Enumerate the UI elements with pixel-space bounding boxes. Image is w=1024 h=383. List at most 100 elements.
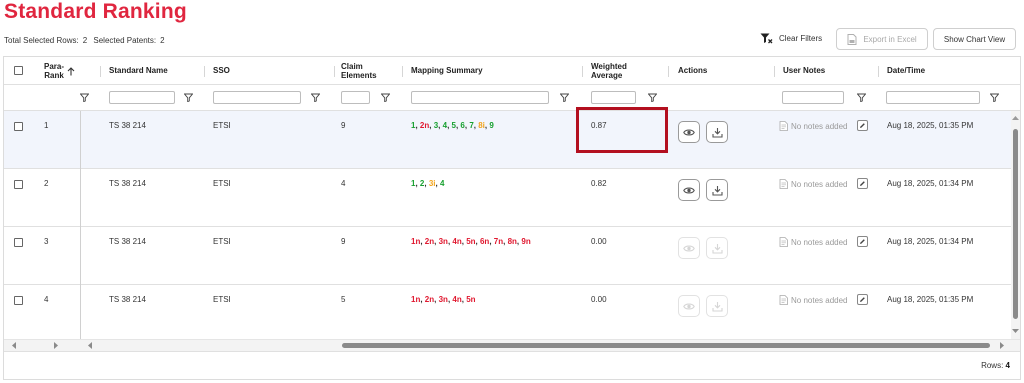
- pinned-scroll-left-icon[interactable]: [10, 341, 18, 350]
- mapping-element: 9n: [521, 237, 531, 246]
- col-header-actions[interactable]: Actions: [678, 57, 707, 85]
- download-icon: [711, 301, 723, 312]
- vertical-scroll-thumb[interactable]: [1013, 129, 1018, 319]
- mapping-element: 3n: [438, 237, 448, 246]
- view-button[interactable]: [678, 121, 700, 143]
- scroll-down-arrow-icon[interactable]: [1011, 327, 1020, 335]
- sso-cell: ETSI: [213, 121, 231, 130]
- pencil-icon: [859, 238, 866, 245]
- col-header-date-time[interactable]: Date/Time: [887, 57, 925, 85]
- col-header-mapping-summary[interactable]: Mapping Summary: [411, 57, 483, 85]
- clear-filters-button[interactable]: Clear Filters: [760, 33, 822, 44]
- mapping-summary-cell: 1, 2n, 3, 4, 5, 6, 7, 8i, 9: [411, 121, 494, 130]
- user-notes-filter-input[interactable]: [782, 91, 844, 104]
- sort-ascending-icon: [67, 66, 75, 75]
- sso-filter-icon[interactable]: [311, 93, 320, 102]
- show-chart-view-label: Show Chart View: [943, 34, 1006, 44]
- selected-rows-value: 2: [82, 36, 88, 45]
- selection-info: Total Selected Rows: 2 Selected Patents: 2: [4, 36, 169, 45]
- weighted-average-filter-input[interactable]: [591, 91, 636, 104]
- rows-count-value: 4: [1005, 361, 1010, 370]
- table-row[interactable]: 3 TS 38 214 ETSI 9 1n, 2n, 3n, 4n, 5n, 6n, 7…: [4, 227, 1011, 285]
- date-time-filter-input[interactable]: [886, 91, 980, 104]
- col-header-claim-elements[interactable]: Claim Elements: [341, 57, 377, 85]
- date-time-filter-icon[interactable]: [990, 93, 999, 102]
- mapping-summary-filter-icon[interactable]: [560, 93, 569, 102]
- claim-elements-cell: 4: [341, 179, 346, 188]
- user-notes-cell: No notes added: [779, 295, 848, 305]
- mapping-element: 9: [489, 121, 494, 130]
- filter-row: [4, 85, 1020, 111]
- edit-note-button[interactable]: [857, 294, 868, 305]
- scroll-left-arrow-icon[interactable]: [86, 341, 94, 350]
- mapping-element: 5n: [466, 237, 476, 246]
- row-select-checkbox[interactable]: [14, 122, 23, 131]
- horizontal-scrollbar[interactable]: [4, 339, 1020, 351]
- sso-cell: ETSI: [213, 295, 231, 304]
- rows-count: Rows: 4: [981, 361, 1010, 370]
- clear-filter-icon: [760, 33, 773, 44]
- mapping-summary-cell: 1n, 2n, 3n, 4n, 5n: [411, 295, 476, 304]
- scroll-up-arrow-icon[interactable]: [1011, 114, 1020, 122]
- mapping-element: 5n: [466, 295, 476, 304]
- pinned-column-divider: [80, 111, 81, 339]
- row-select-checkbox[interactable]: [14, 180, 23, 189]
- col-separator[interactable]: [334, 66, 335, 77]
- col-separator[interactable]: [878, 66, 879, 77]
- col-header-weighted-average[interactable]: Weighted Average: [591, 57, 627, 85]
- scroll-right-arrow-icon[interactable]: [998, 341, 1006, 350]
- user-notes-cell: No notes added: [779, 179, 848, 189]
- sso-filter-input[interactable]: [213, 91, 301, 104]
- download-button: [706, 237, 728, 259]
- col-header-para-rank[interactable]: Para- Rank: [44, 57, 75, 85]
- download-button[interactable]: [706, 121, 728, 143]
- standard-name-filter-icon[interactable]: [184, 93, 193, 102]
- vertical-scrollbar[interactable]: [1011, 111, 1020, 339]
- col-separator[interactable]: [774, 66, 775, 77]
- sso-cell: ETSI: [213, 237, 231, 246]
- edit-note-button[interactable]: [857, 178, 868, 189]
- claim-elements-filter-input[interactable]: [341, 91, 370, 104]
- col-header-standard-name[interactable]: Standard Name: [109, 57, 168, 85]
- download-button: [706, 295, 728, 317]
- mapping-element: 1n: [411, 295, 421, 304]
- col-header-sso[interactable]: SSO: [213, 57, 230, 85]
- mapping-summary-filter-input[interactable]: [411, 91, 549, 104]
- col-separator[interactable]: [668, 66, 669, 77]
- standard-name-filter-input[interactable]: [109, 91, 175, 104]
- pinned-scroll-right-icon[interactable]: [52, 341, 60, 350]
- edit-note-button[interactable]: [857, 236, 868, 247]
- table-row[interactable]: 1 TS 38 214 ETSI 9 1, 2n, 3, 4, 5, 6, 7, 8i,…: [4, 111, 1011, 169]
- user-notes-filter-icon[interactable]: [857, 93, 866, 102]
- table-row[interactable]: 2 TS 38 214 ETSI 4 1, 2, 3i, 4 0.82 No notes a…: [4, 169, 1011, 227]
- standard-name-cell: TS 38 214: [109, 179, 146, 188]
- weighted-average-filter-icon[interactable]: [648, 93, 657, 102]
- show-chart-view-button[interactable]: Show Chart View: [933, 28, 1016, 50]
- select-all-checkbox[interactable]: [14, 66, 23, 75]
- mapping-element: 6n: [479, 237, 490, 246]
- pencil-icon: [859, 296, 866, 303]
- para-rank-filter-icon[interactable]: [80, 93, 89, 102]
- col-separator[interactable]: [402, 66, 403, 77]
- row-select-checkbox[interactable]: [14, 296, 23, 305]
- table-row[interactable]: 4 TS 38 214 ETSI 5 1n, 2n, 3n, 4n, 5n 0.00 No …: [4, 285, 1011, 343]
- col-separator[interactable]: [582, 66, 583, 77]
- mapping-element: 4n: [452, 295, 462, 304]
- para-rank-cell: 2: [44, 179, 49, 188]
- ranking-grid: Para- Rank Standard Name SSO Claim Eleme…: [3, 56, 1021, 380]
- weighted-average-cell: 0.00: [591, 237, 607, 246]
- mapping-element: 8n: [507, 237, 517, 246]
- col-header-user-notes[interactable]: User Notes: [783, 57, 825, 85]
- horizontal-scroll-thumb[interactable]: [342, 343, 990, 348]
- selected-patents-label: Selected Patents:: [93, 36, 157, 45]
- view-button[interactable]: [678, 179, 700, 201]
- export-excel-button[interactable]: Export in Excel: [836, 28, 928, 50]
- edit-note-button[interactable]: [857, 120, 868, 131]
- claim-elements-filter-icon[interactable]: [381, 93, 390, 102]
- mapping-element: 8i: [478, 121, 485, 130]
- col-separator[interactable]: [100, 66, 101, 77]
- row-select-checkbox[interactable]: [14, 238, 23, 247]
- col-separator[interactable]: [204, 66, 205, 77]
- download-button[interactable]: [706, 179, 728, 201]
- notes-text: No notes added: [791, 295, 848, 305]
